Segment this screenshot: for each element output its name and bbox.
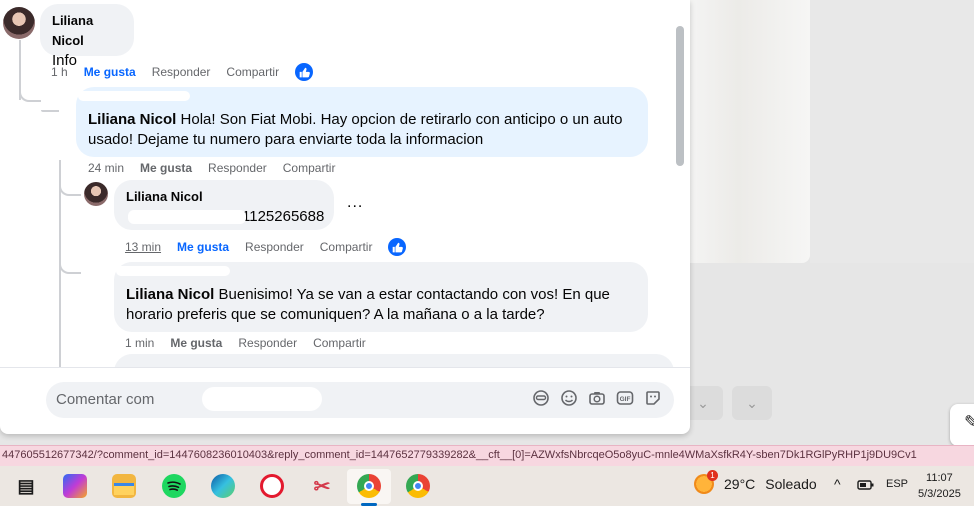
sticker-icon[interactable]: [644, 389, 662, 407]
like-button[interactable]: Me gusta: [177, 240, 229, 254]
opera-icon[interactable]: [260, 474, 284, 498]
camera-icon[interactable]: [588, 389, 606, 407]
snipping-tool-icon[interactable]: ✂: [310, 474, 334, 498]
composer-tools: GIF: [532, 389, 662, 407]
share-button[interactable]: Compartir: [320, 240, 373, 254]
comment-actions: 1 h Me gusta Responder Compartir: [51, 63, 329, 81]
status-url: 447605512677342/?comment_id=144760823601…: [0, 445, 974, 466]
comments-list[interactable]: Liliana Nicol Info 1 h Me gusta Responde…: [0, 0, 690, 367]
task-view-icon[interactable]: ▤: [14, 474, 38, 498]
redacted-area: [116, 266, 230, 276]
clock-time: 11:07: [926, 472, 953, 484]
comments-panel: Liliana Nicol Info 1 h Me gusta Responde…: [0, 0, 690, 434]
reply-text: 1125265688: [242, 208, 325, 225]
weather-temp: 29°C: [724, 476, 756, 492]
thread-connector: [59, 254, 81, 274]
share-button[interactable]: Compartir: [226, 65, 279, 79]
comment-placeholder: Comentar com: [56, 391, 155, 408]
comment-author[interactable]: Liliana Nicol: [52, 11, 122, 51]
avatar[interactable]: [3, 7, 35, 39]
clock[interactable]: 11:07 5/3/2025: [918, 470, 961, 502]
reply-content: Liliana Nicol Buenisimo! Ya se van a est…: [126, 285, 636, 325]
redacted-area: [78, 91, 190, 101]
reply-time[interactable]: 13 min: [125, 240, 161, 254]
reply-time[interactable]: 1 min: [125, 336, 154, 350]
gif-label: GIF: [620, 396, 631, 403]
comment-bubble: Liliana Nicol Info: [40, 4, 134, 69]
redacted-area: [128, 210, 246, 224]
edge-icon[interactable]: [211, 474, 235, 498]
battery-network-icon[interactable]: [857, 478, 875, 495]
share-button[interactable]: Compartir: [283, 161, 336, 175]
avatar-sticker-icon[interactable]: [532, 389, 550, 407]
thread-connector: [19, 82, 41, 102]
thread-connector: [41, 110, 59, 112]
spotify-icon[interactable]: [162, 474, 186, 498]
reply-button[interactable]: Responder: [208, 161, 267, 175]
copilot-icon[interactable]: [63, 474, 87, 498]
avatar[interactable]: [84, 182, 108, 206]
reply-button[interactable]: Responder: [238, 336, 297, 350]
chevron-up-icon[interactable]: ^: [834, 476, 841, 492]
like-reaction-icon[interactable]: [388, 238, 407, 256]
thread-connector: [59, 176, 81, 196]
reply-button[interactable]: Responder: [152, 65, 211, 79]
taskbar: ▤ ✂ 1 29°C Soleado ^ ESP 11:07 5/3/2025: [0, 466, 974, 506]
sun-icon: 1: [694, 470, 718, 494]
more-options-icon[interactable]: ...: [347, 194, 363, 212]
scrollbar[interactable]: [676, 26, 684, 166]
reply-bubble: Liliana Nicol 1125265688: [114, 180, 334, 230]
chrome-profile-icon[interactable]: [357, 474, 381, 498]
reply-bubble: Liliana Nicol Buenisimo! Ya se van a est…: [114, 262, 648, 332]
reply-actions: 1 min Me gusta Responder Compartir: [125, 336, 382, 350]
edit-icon[interactable]: ✎: [950, 404, 974, 446]
emoji-icon[interactable]: [560, 389, 578, 407]
reply-button[interactable]: Responder: [245, 240, 304, 254]
reply-bubble: Liliana Nicol Hola! Son Fiat Mobi. Hay o…: [76, 87, 648, 157]
comment-time[interactable]: 1 h: [51, 65, 68, 79]
reply-actions: 24 min Me gusta Responder Compartir: [88, 161, 351, 175]
like-button[interactable]: Me gusta: [140, 161, 192, 175]
reply-actions: 13 min Me gusta Responder Compartir: [125, 238, 422, 256]
reply-author[interactable]: Liliana Nicol: [126, 286, 214, 303]
reply-content: 1125265688: [126, 207, 325, 227]
background-photo: [690, 0, 810, 263]
chevron-down-icon[interactable]: ⌄: [732, 386, 772, 420]
divider: [0, 367, 690, 368]
language-indicator[interactable]: ESP: [886, 478, 908, 490]
file-explorer-icon[interactable]: [112, 474, 136, 498]
like-reaction-icon[interactable]: [295, 63, 314, 81]
weather-badge: 1: [707, 470, 718, 481]
gif-icon[interactable]: GIF: [616, 389, 634, 407]
clock-date: 5/3/2025: [918, 488, 961, 500]
weather-widget[interactable]: 1 29°C Soleado: [694, 470, 817, 494]
reply-author[interactable]: Liliana Nicol: [88, 111, 176, 128]
like-button[interactable]: Me gusta: [84, 65, 136, 79]
redacted-area: [202, 387, 322, 411]
share-button[interactable]: Compartir: [313, 336, 366, 350]
like-button[interactable]: Me gusta: [170, 336, 222, 350]
comment-input[interactable]: Comentar com GIF: [46, 382, 674, 418]
chrome-icon[interactable]: [406, 474, 430, 498]
background-area: [810, 0, 974, 263]
reply-author[interactable]: Liliana Nicol: [126, 187, 322, 207]
reply-time[interactable]: 24 min: [88, 161, 124, 175]
reply-content: Liliana Nicol Hola! Son Fiat Mobi. Hay o…: [88, 110, 636, 150]
reply-bubble: [114, 354, 674, 367]
weather-desc: Soleado: [765, 476, 817, 492]
